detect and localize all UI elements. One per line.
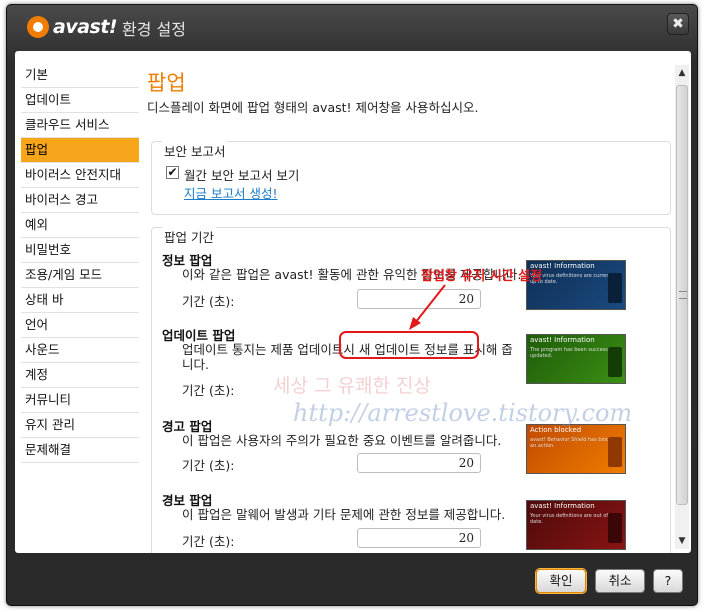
security-report-group: 보안 보고서 ✔ 월간 보안 보고서 보기 지금 보고서 생성! bbox=[151, 141, 671, 215]
avast-logo-icon bbox=[608, 437, 622, 467]
main-content: 팝업 디스플레이 화면에 팝업 형태의 avast! 제어창을 사용하십시오. … bbox=[143, 63, 673, 553]
logo-text: avast! bbox=[53, 16, 118, 38]
sidebar-item-password[interactable]: 비밀번호 bbox=[21, 238, 139, 263]
settings-window: avast! 환경 설정 ✖ 기본 업데이트 클라우드 서비스 팝업 바이러스 … bbox=[6, 4, 698, 606]
preview-title: avast! Information bbox=[530, 502, 595, 510]
avast-logo: avast! bbox=[27, 14, 119, 42]
ok-button[interactable]: 확인 bbox=[536, 569, 586, 593]
sidebar-item-language[interactable]: 언어 bbox=[21, 313, 139, 338]
group-title: 보안 보고서 bbox=[162, 141, 228, 160]
warning-popup-desc: 이 팝업은 사용자의 주의가 필요한 중요 이벤트를 알려줍니다. bbox=[182, 433, 502, 448]
scroll-thumb[interactable] bbox=[676, 85, 688, 505]
duration-label: 기간 (초): bbox=[182, 534, 235, 549]
scroll-down-icon[interactable]: ▼ bbox=[675, 533, 689, 549]
duration-label: 기간 (초): bbox=[182, 294, 235, 309]
title-bar: avast! 환경 설정 ✖ bbox=[7, 5, 697, 49]
annotation-arrow-icon bbox=[409, 284, 446, 330]
avast-logo-icon bbox=[608, 513, 622, 543]
alert-popup-desc: 이 팝업은 말웨어 발생과 기타 문제에 관한 정보를 제공합니다. bbox=[182, 507, 506, 522]
sidebar-item-troubleshooting[interactable]: 문제해결 bbox=[21, 438, 139, 463]
watermark-line2: http://arrestlove.tistory.com bbox=[293, 399, 633, 427]
sidebar-item-basic[interactable]: 기본 bbox=[21, 63, 139, 88]
sidebar-item-virus-chest[interactable]: 바이러스 안전지대 bbox=[21, 163, 139, 188]
sidebar-item-account[interactable]: 계정 bbox=[21, 363, 139, 388]
warning-popup-preview: Action blocked avast! Behavior Shield ha… bbox=[526, 424, 626, 474]
footer-bar: 확인 취소 ? bbox=[7, 553, 697, 605]
close-button[interactable]: ✖ bbox=[667, 13, 689, 35]
sidebar-item-exclusions[interactable]: 예외 bbox=[21, 213, 139, 238]
warning-popup-duration-input[interactable]: 20 bbox=[357, 453, 481, 473]
page-title: 팝업 bbox=[147, 71, 186, 95]
monthly-report-checkbox[interactable]: ✔ bbox=[166, 166, 179, 179]
duration-label: 기간 (초): bbox=[182, 383, 235, 398]
sidebar-item-maintenance[interactable]: 유지 관리 bbox=[21, 413, 139, 438]
sidebar-item-update[interactable]: 업데이트 bbox=[21, 88, 139, 113]
sidebar-item-community[interactable]: 커뮤니티 bbox=[21, 388, 139, 413]
avast-logo-icon bbox=[608, 347, 622, 377]
group-title: 팝업 기간 bbox=[162, 227, 216, 246]
window-title: 환경 설정 bbox=[122, 20, 186, 39]
duration-label: 기간 (초): bbox=[182, 458, 235, 473]
watermark-line1: 세상 그 유쾌한 진상 bbox=[273, 375, 431, 397]
grip-icon bbox=[679, 291, 687, 299]
generate-report-link[interactable]: 지금 보고서 생성! bbox=[184, 183, 277, 202]
checkbox-label[interactable]: 월간 보안 보고서 보기 bbox=[184, 165, 299, 184]
avast-orb-icon bbox=[27, 16, 49, 38]
preview-title: avast! Information bbox=[530, 336, 595, 344]
help-button[interactable]: ? bbox=[653, 569, 683, 593]
highlight-box bbox=[339, 331, 479, 359]
page-description: 디스플레이 화면에 팝업 형태의 avast! 제어창을 사용하십시오. bbox=[147, 100, 479, 115]
cancel-button[interactable]: 취소 bbox=[595, 569, 645, 593]
sidebar-item-virus-alert[interactable]: 바이러스 경고 bbox=[21, 188, 139, 213]
alert-popup-duration-input[interactable]: 20 bbox=[357, 528, 481, 548]
settings-panel: 기본 업데이트 클라우드 서비스 팝업 바이러스 안전지대 바이러스 경고 예외… bbox=[15, 51, 691, 553]
sidebar-item-popup[interactable]: 팝업 bbox=[21, 138, 139, 163]
update-popup-preview: avast! Information The program has been … bbox=[526, 334, 626, 384]
sidebar: 기본 업데이트 클라우드 서비스 팝업 바이러스 안전지대 바이러스 경고 예외… bbox=[21, 63, 139, 549]
sidebar-item-silent-mode[interactable]: 조용/게임 모드 bbox=[21, 263, 139, 288]
sidebar-item-status-bar[interactable]: 상태 바 bbox=[21, 288, 139, 313]
sidebar-item-cloud[interactable]: 클라우드 서비스 bbox=[21, 113, 139, 138]
alert-popup-preview: avast! Information Your virus definition… bbox=[526, 500, 626, 550]
vertical-scrollbar[interactable]: ▲ ▼ bbox=[675, 65, 689, 549]
scroll-up-icon[interactable]: ▲ bbox=[675, 65, 689, 81]
annotation-text: 팝업창 유지 시간 설정 bbox=[421, 269, 543, 284]
avast-logo-icon bbox=[608, 273, 622, 303]
sidebar-item-sound[interactable]: 사운드 bbox=[21, 338, 139, 363]
